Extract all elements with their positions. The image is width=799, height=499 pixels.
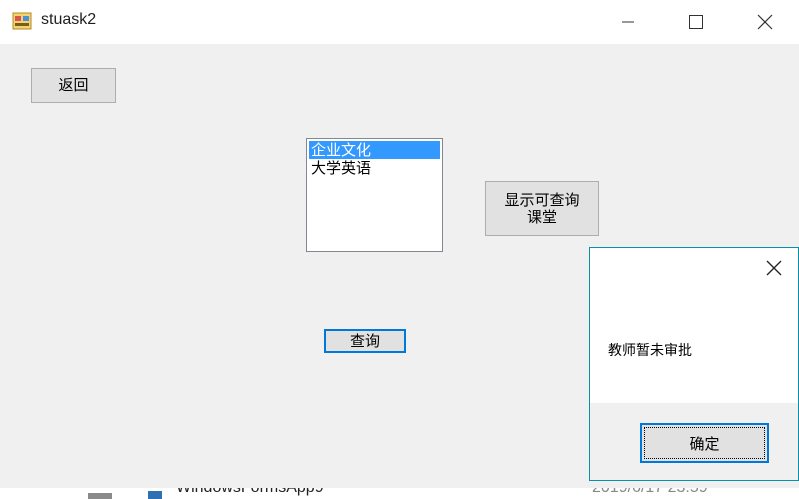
close-icon — [757, 14, 773, 30]
title-bar[interactable]: stuask2 — [0, 0, 799, 44]
show-queryable-classes-button[interactable]: 显示可查询 课堂 — [485, 181, 599, 236]
close-button[interactable] — [742, 0, 788, 44]
list-item[interactable]: 企业文化 — [309, 141, 440, 159]
dialog-footer: 确定 — [590, 403, 798, 480]
background-window-date: 2019/6/17 23:59 — [592, 488, 708, 497]
maximize-icon — [689, 15, 703, 29]
minimize-icon — [622, 16, 634, 28]
dialog-message: 教师暂未审批 — [608, 343, 692, 359]
window-title: stuask2 — [41, 11, 97, 28]
app-icon — [12, 11, 32, 31]
query-button[interactable]: 查询 — [324, 329, 406, 353]
close-icon — [766, 260, 782, 280]
project-icon — [148, 491, 162, 499]
focus-rect — [644, 427, 765, 459]
background-bar — [88, 493, 112, 499]
background-window-strip: WindowsFormsApp9 2019/6/17 23:59 — [0, 488, 799, 499]
ok-button[interactable]: 确定 — [640, 423, 769, 463]
show-button-line-2: 课堂 — [526, 207, 557, 226]
show-button-line-1: 显示可查询 — [504, 190, 580, 209]
back-button[interactable]: 返回 — [31, 68, 116, 103]
maximize-button[interactable] — [673, 0, 719, 44]
course-listbox[interactable]: 企业文化 大学英语 — [306, 138, 443, 252]
message-dialog[interactable]: 教师暂未审批 确定 — [589, 247, 799, 481]
list-item[interactable]: 大学英语 — [309, 159, 440, 177]
dialog-close-button[interactable] — [764, 260, 784, 280]
background-window-text: WindowsFormsApp9 — [176, 488, 324, 497]
minimize-button[interactable] — [605, 0, 651, 44]
